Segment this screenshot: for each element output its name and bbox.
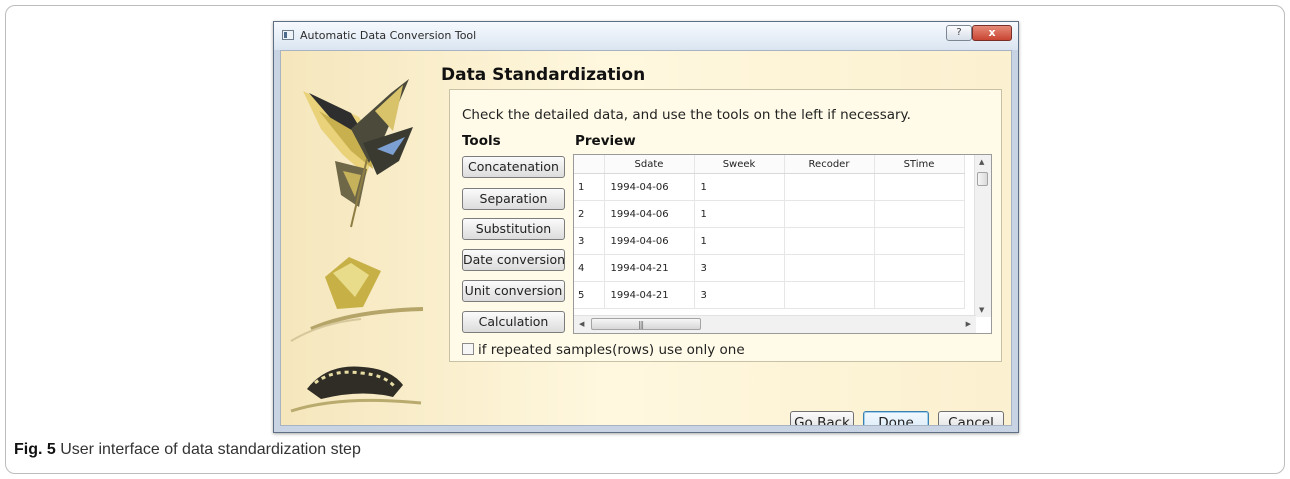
cell-stime[interactable]: [874, 227, 965, 255]
row-number: 5: [574, 281, 605, 309]
cell-sdate[interactable]: 1994-04-06: [604, 200, 695, 228]
date-conversion-button[interactable]: Date conversion: [462, 249, 565, 271]
done-button[interactable]: Done: [863, 411, 929, 425]
tools-label: Tools: [462, 133, 501, 149]
app-window: Automatic Data Conversion Tool ? x Data …: [273, 21, 1019, 433]
row-number: 1: [574, 173, 605, 201]
go-back-button[interactable]: Go Back: [790, 411, 854, 425]
app-icon: [282, 30, 294, 40]
row-number: 3: [574, 227, 605, 255]
butterfly-lifecycle-illustration: [290, 79, 424, 413]
table-row[interactable]: 5 1994-04-21 3: [574, 281, 965, 309]
figure-caption-text: User interface of data standardization s…: [55, 441, 361, 458]
table-row[interactable]: 1 1994-04-06 1: [574, 173, 965, 201]
vertical-scrollbar[interactable]: ▲ ▼: [974, 155, 991, 317]
cell-stime[interactable]: [874, 200, 965, 228]
cell-recoder[interactable]: [784, 254, 875, 282]
column-header-stime[interactable]: STime: [874, 155, 965, 174]
separation-button[interactable]: Separation: [462, 188, 565, 210]
scroll-down-icon[interactable]: ▼: [979, 306, 984, 314]
cell-recoder[interactable]: [784, 227, 875, 255]
row-number: 2: [574, 200, 605, 228]
figure-caption: Fig. 5 User interface of data standardiz…: [14, 441, 361, 459]
window-title: Automatic Data Conversion Tool: [300, 29, 477, 42]
table-row[interactable]: 3 1994-04-06 1: [574, 227, 965, 255]
cancel-button[interactable]: Cancel: [938, 411, 1004, 425]
preview-grid[interactable]: Sdate Sweek Recoder STime 1 1994-04-06 1: [573, 154, 992, 334]
figure-label: Fig. 5: [14, 441, 56, 458]
table-row[interactable]: 4 1994-04-21 3: [574, 254, 965, 282]
column-header-sdate[interactable]: Sdate: [604, 155, 695, 174]
row-number: 4: [574, 254, 605, 282]
butterfly-image: [303, 79, 413, 228]
chrysalis-image: [290, 257, 424, 342]
table-row[interactable]: 2 1994-04-06 1: [574, 200, 965, 228]
scroll-up-icon[interactable]: ▲: [979, 158, 984, 166]
close-button[interactable]: x: [972, 25, 1012, 41]
unique-rows-checkbox[interactable]: [462, 343, 474, 355]
standardization-panel: Check the detailed data, and use the too…: [449, 89, 1002, 362]
calculation-button[interactable]: Calculation: [462, 311, 565, 333]
cell-sweek[interactable]: 1: [694, 173, 785, 201]
cell-sweek[interactable]: 3: [694, 254, 785, 282]
row-number-header: [574, 155, 605, 174]
instruction-text: Check the detailed data, and use the too…: [462, 107, 911, 123]
scroll-grip-icon: |||: [638, 320, 644, 329]
unique-rows-label: if repeated samples(rows) use only one: [478, 342, 745, 358]
cell-sdate[interactable]: 1994-04-21: [604, 281, 695, 309]
cell-recoder[interactable]: [784, 200, 875, 228]
unit-conversion-button[interactable]: Unit conversion: [462, 280, 565, 302]
cell-stime[interactable]: [874, 281, 965, 309]
concatenation-button[interactable]: Concatenation: [462, 156, 565, 178]
cell-stime[interactable]: [874, 173, 965, 201]
horizontal-scroll-thumb[interactable]: |||: [591, 318, 701, 330]
preview-table: Sdate Sweek Recoder STime 1 1994-04-06 1: [574, 155, 965, 309]
unique-rows-option[interactable]: if repeated samples(rows) use only one: [462, 342, 745, 358]
cell-recoder[interactable]: [784, 173, 875, 201]
cell-stime[interactable]: [874, 254, 965, 282]
cell-sweek[interactable]: 3: [694, 281, 785, 309]
caterpillar-image: [290, 366, 422, 413]
column-header-sweek[interactable]: Sweek: [694, 155, 785, 174]
cell-recoder[interactable]: [784, 281, 875, 309]
cell-sweek[interactable]: 1: [694, 227, 785, 255]
cell-sdate[interactable]: 1994-04-06: [604, 173, 695, 201]
cell-sweek[interactable]: 1: [694, 200, 785, 228]
scroll-left-icon[interactable]: ◀: [579, 320, 584, 328]
dialog-client-area: Data Standardization Check the detailed …: [280, 50, 1012, 426]
help-button[interactable]: ?: [946, 25, 972, 41]
table-header-row: Sdate Sweek Recoder STime: [574, 155, 965, 174]
scroll-right-icon[interactable]: ▶: [966, 320, 971, 328]
cell-sdate[interactable]: 1994-04-06: [604, 227, 695, 255]
column-header-recoder[interactable]: Recoder: [784, 155, 875, 174]
horizontal-scrollbar[interactable]: ◀ ||| ▶: [574, 315, 976, 333]
preview-label: Preview: [575, 133, 636, 149]
page-title: Data Standardization: [441, 65, 646, 85]
vertical-scroll-thumb[interactable]: [977, 172, 988, 186]
cell-sdate[interactable]: 1994-04-21: [604, 254, 695, 282]
title-bar[interactable]: Automatic Data Conversion Tool ? x: [274, 22, 1018, 50]
substitution-button[interactable]: Substitution: [462, 218, 565, 240]
